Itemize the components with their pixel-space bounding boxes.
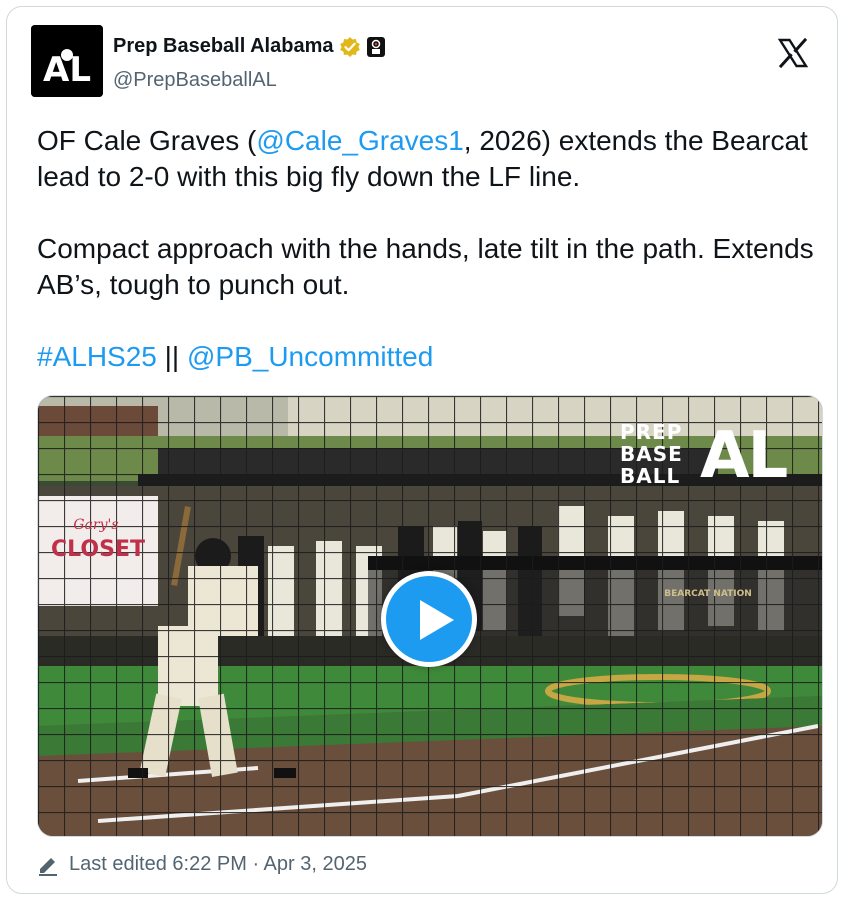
author-handle[interactable]: @PrepBaseballAL (113, 69, 277, 92)
hashtag-link[interactable]: #ALHS25 (37, 341, 157, 372)
text-segment: OF Cale Graves ( (37, 125, 257, 156)
author-name[interactable]: Prep Baseball Alabama (113, 35, 333, 58)
avatar-text: AL (43, 50, 91, 90)
tweet-text: OF Cale Graves (@Cale_Graves1, 2026) ext… (37, 123, 817, 375)
watermark-line-1: PREP (620, 420, 683, 444)
affiliate-badge-icon[interactable] (367, 36, 386, 57)
pencil-icon (39, 857, 57, 876)
sign-top-text: Gary's (73, 517, 118, 533)
video-player[interactable]: Gary's CLOSET BEARCAT NATION PREP BASE B… (37, 395, 823, 837)
tweet-header: AL Prep Baseball Alabama @PrepBaseballAL (31, 25, 813, 99)
dugout-text: BEARCAT NATION (664, 589, 752, 599)
name-row: Prep Baseball Alabama (113, 35, 386, 58)
last-edited-text[interactable]: Last edited 6:22 PM · Apr 3, 2025 (69, 853, 367, 876)
sign-bottom-text: CLOSET (51, 537, 145, 562)
tweet-card: AL Prep Baseball Alabama @PrepBaseballAL (6, 6, 838, 894)
watermark-logo: PREP BASE BALL AL (620, 418, 810, 508)
tweet-paragraph-1: OF Cale Graves (@Cale_Graves1, 2026) ext… (37, 123, 817, 195)
verified-badge-icon (340, 36, 361, 57)
watermark-line-2: BASE (620, 442, 683, 466)
tweet-paragraph-2: Compact approach with the hands, late ti… (37, 233, 814, 300)
mention-link[interactable]: @Cale_Graves1 (256, 125, 463, 156)
play-button[interactable] (381, 571, 477, 667)
x-logo-icon[interactable] (777, 37, 809, 69)
watermark-line-3: BALL (620, 464, 681, 488)
mention-link[interactable]: @PB_Uncommitted (187, 341, 433, 372)
separator: || (156, 341, 187, 372)
tweet-paragraph-3: #ALHS25 || @PB_Uncommitted (37, 339, 817, 375)
avatar[interactable]: AL (31, 25, 103, 97)
tweet-footer: Last edited 6:22 PM · Apr 3, 2025 (37, 853, 367, 876)
watermark-al: AL (700, 419, 788, 493)
